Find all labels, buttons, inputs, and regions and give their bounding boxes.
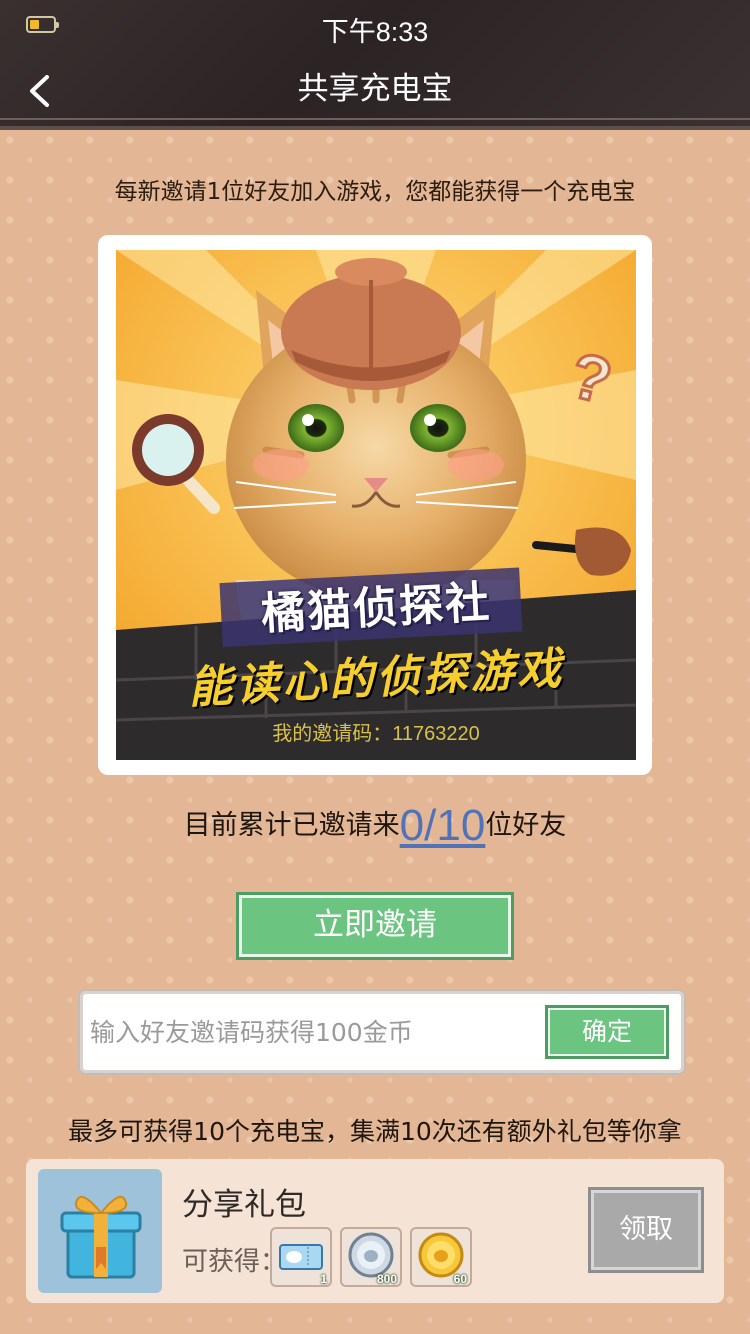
top-header: 下午8:33 共享充电宝 [0, 0, 750, 130]
page-title: 共享充电宝 [297, 71, 453, 107]
invite-count-link[interactable]: 0/10 [400, 801, 486, 850]
invite-poster: ? 橘猫侦探社 能读心的侦探游戏 我的邀请码：11763220 [116, 250, 636, 760]
reward-silver-coin: 800 [340, 1227, 402, 1287]
gift-title: 分享礼包 [182, 1187, 306, 1223]
my-invite-code: 我的邀请码：11763220 [272, 723, 480, 745]
reward-ticket: 1 [270, 1227, 332, 1287]
reward-gold-coin: 60 [410, 1227, 472, 1287]
reward-note: 最多可获得10个充电宝，集满10次还有额外礼包等你拿 [68, 1117, 682, 1146]
invite-progress-prefix: 目前累计已邀请来 [183, 810, 400, 841]
friend-invite-code-input[interactable] [90, 1005, 530, 1059]
confirm-button[interactable]: 确定 [545, 1005, 669, 1059]
reward-qty: 800 [376, 1272, 397, 1286]
invite-progress-suffix: 位好友 [485, 810, 567, 841]
gift-box-icon [38, 1169, 162, 1293]
share-gift-card: 分享礼包 可获得： 1 800 60 领取 [26, 1159, 724, 1303]
intro-text: 每新邀请1位好友加入游戏，您都能获得一个充电宝 [114, 179, 636, 205]
status-time: 下午8:33 [321, 17, 429, 47]
invite-now-button[interactable]: 立即邀请 [236, 892, 514, 960]
reward-qty: 60 [453, 1272, 467, 1286]
invite-code-entry: 确定 [80, 991, 684, 1073]
reward-qty: 1 [320, 1272, 327, 1286]
claim-button[interactable]: 领取 [588, 1187, 704, 1273]
invite-progress: 目前累计已邀请来0/10位好友 [0, 798, 750, 854]
